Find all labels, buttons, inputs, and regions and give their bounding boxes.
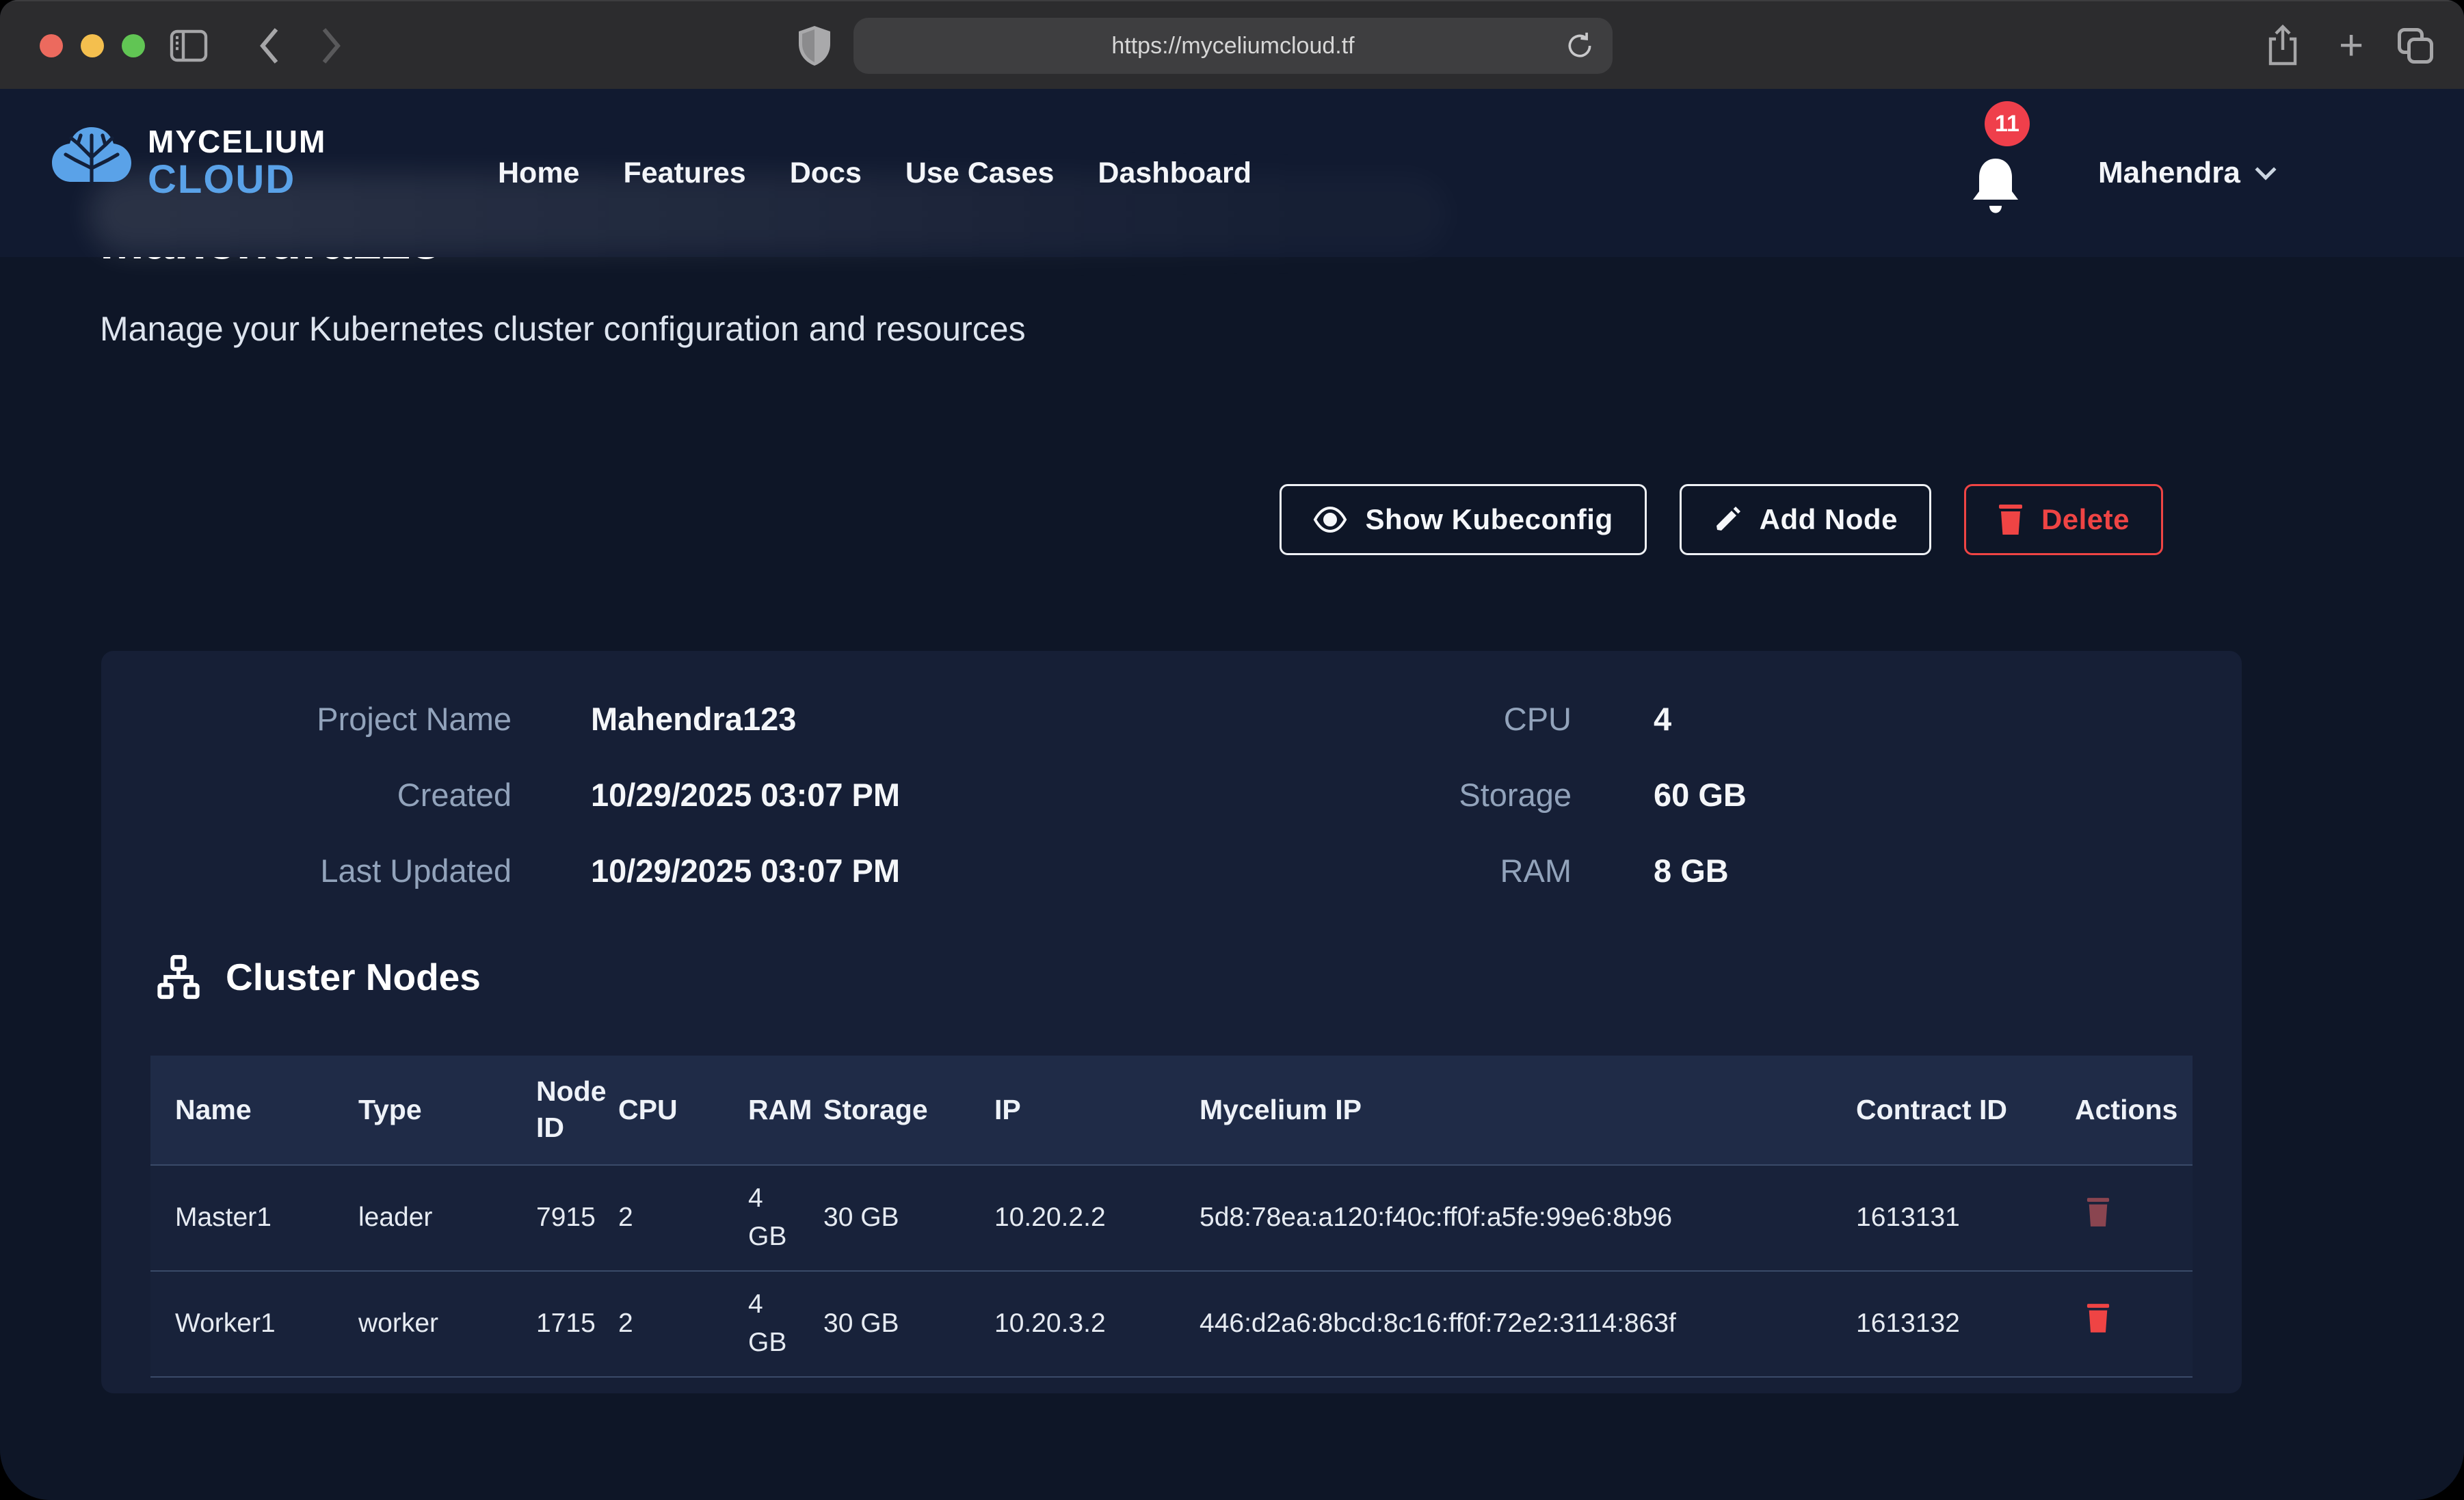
brand-logo[interactable]: MYCELIUM CLOUD — [48, 119, 326, 206]
delete-node-icon[interactable] — [2086, 1304, 2110, 1332]
cell-storage: 30 GB — [807, 1271, 978, 1377]
brand-name-top: MYCELIUM — [148, 126, 326, 157]
address-bar-url: https://myceliumcloud.tf — [1111, 33, 1354, 59]
network-icon — [155, 953, 202, 1001]
cell-node-id: 7915 — [520, 1165, 602, 1271]
nav-link-use-cases[interactable]: Use Cases — [905, 157, 1055, 190]
cluster-nodes-title: Cluster Nodes — [226, 955, 481, 999]
cell-contract-id: 1613132 — [1840, 1271, 2058, 1377]
cell-cpu: 2 — [602, 1165, 732, 1271]
col-ip: IP — [978, 1056, 1183, 1165]
site-navbar: MYCELIUM CLOUD Home Features Docs Use Ca… — [0, 89, 2464, 257]
cluster-nodes-heading: Cluster Nodes — [155, 953, 481, 1001]
share-icon[interactable] — [2265, 1, 2301, 90]
col-type: Type — [342, 1056, 520, 1165]
chevron-down-icon — [2255, 159, 2276, 180]
cluster-info-left: Project Name Mahendra123 Created 10/29/2… — [101, 700, 900, 889]
cell-actions — [2058, 1271, 2193, 1377]
cell-ip: 10.20.2.2 — [978, 1165, 1183, 1271]
info-label: Last Updated — [101, 852, 512, 889]
cell-ip: 10.20.3.2 — [978, 1271, 1183, 1377]
table-row[interactable]: Worker1 worker 1715 2 4 GB 30 GB 10.20.3… — [150, 1271, 2193, 1377]
col-cpu: CPU — [602, 1056, 732, 1165]
cell-storage: 30 GB — [807, 1165, 978, 1271]
notification-badge: 11 — [1985, 101, 2030, 146]
info-label: Storage — [1195, 776, 1572, 814]
eye-icon — [1313, 506, 1347, 533]
delete-label: Delete — [2041, 503, 2130, 536]
cell-name: Worker1 — [150, 1271, 342, 1377]
col-actions: Actions — [2058, 1056, 2193, 1165]
cell-ram: 4 GB — [732, 1165, 807, 1271]
cell-mycelium-ip: 446:d2a6:8bcd:8c16:ff0f:72e2:3114:863f — [1183, 1271, 1840, 1377]
cluster-actions: Show Kubeconfig Add Node Delete — [1280, 484, 2163, 555]
col-name: Name — [150, 1056, 342, 1165]
minimize-window-button[interactable] — [81, 34, 104, 57]
page-subtitle: Manage your Kubernetes cluster configura… — [100, 309, 1026, 349]
info-value: 10/29/2025 03:07 PM — [591, 776, 900, 814]
col-mycelium-ip: Mycelium IP — [1183, 1056, 1840, 1165]
pencil-icon — [1713, 505, 1742, 534]
brand-name-bottom: CLOUD — [148, 160, 326, 200]
reload-icon[interactable] — [1565, 18, 1595, 74]
table-header-row: Name Type Node ID CPU RAM Storage IP Myc… — [150, 1056, 2193, 1165]
mycelium-cloud-logo-icon — [48, 119, 135, 206]
col-storage: Storage — [807, 1056, 978, 1165]
info-value: 8 GB — [1654, 852, 1747, 889]
browser-window: https://myceliumcloud.tf + Mahendra123 M… — [0, 0, 2464, 1500]
new-tab-icon[interactable]: + — [2339, 1, 2363, 90]
nav-link-dashboard[interactable]: Dashboard — [1098, 157, 1251, 190]
info-label: Created — [101, 776, 512, 814]
delete-node-icon[interactable] — [2086, 1198, 2110, 1227]
info-label: CPU — [1195, 700, 1572, 738]
cluster-info-right: CPU 4 Storage 60 GB RAM 8 GB — [1195, 700, 1747, 889]
nodes-table: Name Type Node ID CPU RAM Storage IP Myc… — [150, 1056, 2193, 1378]
add-node-button[interactable]: Add Node — [1680, 484, 1931, 555]
forward-icon[interactable] — [316, 1, 346, 90]
sidebar-toggle-icon[interactable] — [170, 1, 208, 90]
tab-overview-icon[interactable] — [2398, 1, 2433, 90]
add-node-label: Add Node — [1760, 503, 1898, 536]
show-kubeconfig-label: Show Kubeconfig — [1365, 503, 1613, 536]
cluster-details-card: Project Name Mahendra123 Created 10/29/2… — [101, 651, 2242, 1393]
cell-actions — [2058, 1165, 2193, 1271]
back-icon[interactable] — [254, 1, 284, 90]
zoom-window-button[interactable] — [122, 34, 145, 57]
info-label: Project Name — [101, 700, 512, 738]
privacy-shield-icon[interactable] — [799, 1, 830, 90]
browser-toolbar: https://myceliumcloud.tf + — [0, 0, 2464, 89]
info-value: 10/29/2025 03:07 PM — [591, 852, 900, 889]
nav-link-docs[interactable]: Docs — [790, 157, 862, 190]
cell-node-id: 1715 — [520, 1271, 602, 1377]
cell-ram: 4 GB — [732, 1271, 807, 1377]
col-node-id: Node ID — [520, 1056, 602, 1165]
cell-contract-id: 1613131 — [1840, 1165, 2058, 1271]
nav-link-home[interactable]: Home — [498, 157, 579, 190]
trash-icon — [1998, 505, 2024, 535]
address-bar[interactable]: https://myceliumcloud.tf — [853, 18, 1613, 74]
info-value: 60 GB — [1654, 776, 1747, 814]
nodes-table-body: Master1 leader 7915 2 4 GB 30 GB 10.20.2… — [150, 1165, 2193, 1377]
info-label: RAM — [1195, 852, 1572, 889]
info-value: Mahendra123 — [591, 700, 900, 738]
table-row[interactable]: Master1 leader 7915 2 4 GB 30 GB 10.20.2… — [150, 1165, 2193, 1271]
cell-type: leader — [342, 1165, 520, 1271]
user-menu[interactable]: Mahendra — [2098, 89, 2273, 257]
close-window-button[interactable] — [40, 34, 63, 57]
nav-links: Home Features Docs Use Cases Dashboard — [498, 89, 1251, 257]
show-kubeconfig-button[interactable]: Show Kubeconfig — [1280, 484, 1646, 555]
nav-link-features[interactable]: Features — [623, 157, 745, 190]
window-controls — [40, 34, 145, 57]
cell-mycelium-ip: 5d8:78ea:a120:f40c:ff0f:a5fe:99e6:8b96 — [1183, 1165, 1840, 1271]
col-contract-id: Contract ID — [1840, 1056, 2058, 1165]
cell-cpu: 2 — [602, 1271, 732, 1377]
cell-name: Master1 — [150, 1165, 342, 1271]
delete-cluster-button[interactable]: Delete — [1964, 484, 2163, 555]
col-ram: RAM — [732, 1056, 807, 1165]
notifications-button[interactable]: 11 — [1967, 155, 2028, 220]
cell-type: worker — [342, 1271, 520, 1377]
bell-icon — [1967, 155, 2028, 220]
info-value: 4 — [1654, 700, 1747, 738]
user-name: Mahendra — [2098, 156, 2240, 190]
